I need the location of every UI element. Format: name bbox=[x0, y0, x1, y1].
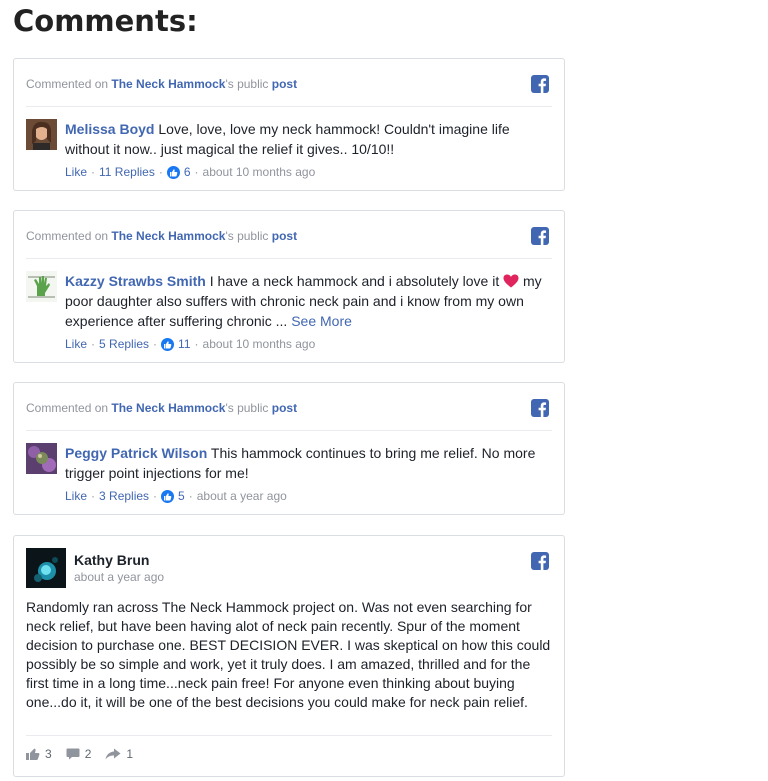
see-more-link[interactable]: See More bbox=[291, 313, 352, 329]
facebook-icon[interactable] bbox=[531, 75, 549, 93]
divider bbox=[26, 430, 552, 431]
post-author[interactable]: Kathy Brun bbox=[74, 551, 149, 569]
heart-emoji-icon bbox=[503, 274, 519, 288]
comment-text: Peggy Patrick Wilson This hammock contin… bbox=[65, 443, 555, 483]
comment-context: Commented on The Neck Hammock's public p… bbox=[26, 228, 297, 244]
public-label: 's public bbox=[225, 401, 269, 415]
author-link[interactable]: Kazzy Strawbs Smith bbox=[65, 273, 206, 289]
like-link[interactable]: Like bbox=[65, 164, 87, 180]
comment-card: Commented on The Neck Hammock's public p… bbox=[13, 382, 565, 515]
like-count[interactable]: 11 bbox=[178, 336, 190, 352]
replies-link[interactable]: 5 Replies bbox=[99, 336, 149, 352]
comment-actions: Like · 5 Replies · 11 · about 10 months … bbox=[65, 336, 315, 352]
post-time: about a year ago bbox=[74, 570, 165, 584]
shares-stat[interactable]: 1 bbox=[105, 747, 133, 761]
commented-on-label: Commented on bbox=[26, 229, 109, 243]
separator: · bbox=[194, 165, 199, 179]
facebook-icon[interactable] bbox=[531, 552, 549, 570]
divider bbox=[26, 106, 552, 107]
comment-card: Commented on The Neck Hammock's public p… bbox=[13, 58, 565, 191]
like-count[interactable]: 5 bbox=[178, 488, 185, 504]
public-label: 's public bbox=[225, 77, 269, 91]
separator: · bbox=[153, 337, 158, 351]
page-name-link[interactable]: The Neck Hammock bbox=[111, 401, 225, 415]
separator: · bbox=[91, 489, 96, 503]
avatar[interactable] bbox=[26, 271, 57, 302]
separator: · bbox=[194, 337, 199, 351]
avatar[interactable] bbox=[26, 443, 57, 474]
post-stats: 3 2 1 bbox=[26, 747, 147, 761]
divider bbox=[26, 258, 552, 259]
likes-stat[interactable]: 3 bbox=[26, 747, 52, 761]
commented-on-label: Commented on bbox=[26, 401, 109, 415]
public-label: 's public bbox=[225, 229, 269, 243]
comment-actions: Like · 11 Replies · 6 · about 10 months … bbox=[65, 164, 315, 180]
separator: · bbox=[188, 489, 193, 503]
comment-body: I have a neck hammock and i absolutely l… bbox=[209, 273, 500, 289]
page-name-link[interactable]: The Neck Hammock bbox=[111, 229, 225, 243]
avatar[interactable] bbox=[26, 548, 66, 588]
comment-context: Commented on The Neck Hammock's public p… bbox=[26, 400, 297, 416]
post-link[interactable]: post bbox=[272, 229, 297, 243]
like-badge-icon bbox=[161, 337, 175, 351]
comment-icon bbox=[66, 748, 80, 760]
like-badge-icon bbox=[161, 489, 175, 503]
comment-time: about a year ago bbox=[196, 489, 287, 503]
shares-count: 1 bbox=[126, 747, 134, 761]
page-title: Comments: bbox=[13, 4, 198, 38]
comments-count: 2 bbox=[84, 747, 92, 761]
share-icon bbox=[105, 748, 121, 760]
like-link[interactable]: Like bbox=[65, 488, 87, 504]
separator: · bbox=[158, 165, 163, 179]
facebook-icon[interactable] bbox=[531, 399, 549, 417]
author-link[interactable]: Melissa Boyd bbox=[65, 121, 154, 137]
facebook-icon[interactable] bbox=[531, 227, 549, 245]
divider bbox=[26, 735, 552, 736]
author-link[interactable]: Peggy Patrick Wilson bbox=[65, 445, 207, 461]
comment-time: about 10 months ago bbox=[202, 165, 316, 179]
likes-count: 3 bbox=[45, 747, 52, 761]
comment-text: Kazzy Strawbs Smith I have a neck hammoc… bbox=[65, 271, 555, 331]
comment-context: Commented on The Neck Hammock's public p… bbox=[26, 76, 297, 92]
thumbs-up-icon bbox=[26, 748, 40, 760]
post-card: Kathy Brun about a year ago Randomly ran… bbox=[13, 535, 565, 777]
replies-link[interactable]: 11 Replies bbox=[99, 164, 155, 180]
comment-time: about 10 months ago bbox=[202, 337, 316, 351]
like-count[interactable]: 6 bbox=[184, 164, 191, 180]
like-link[interactable]: Like bbox=[65, 336, 87, 352]
comment-card: Commented on The Neck Hammock's public p… bbox=[13, 210, 565, 363]
replies-link[interactable]: 3 Replies bbox=[99, 488, 149, 504]
comments-stat[interactable]: 2 bbox=[66, 747, 92, 761]
commented-on-label: Commented on bbox=[26, 77, 109, 91]
post-body: Randomly ran across The Neck Hammock pro… bbox=[26, 599, 551, 710]
separator: · bbox=[153, 489, 158, 503]
page-name-link[interactable]: The Neck Hammock bbox=[111, 77, 225, 91]
post-link[interactable]: post bbox=[272, 401, 297, 415]
separator: · bbox=[91, 165, 96, 179]
like-badge-icon bbox=[166, 165, 180, 179]
separator: · bbox=[91, 337, 96, 351]
post-link[interactable]: post bbox=[272, 77, 297, 91]
comment-text: Melissa Boyd Love, love, love my neck ha… bbox=[65, 119, 555, 159]
avatar[interactable] bbox=[26, 119, 57, 150]
comment-actions: Like · 3 Replies · 5 · about a year ago bbox=[65, 488, 287, 504]
